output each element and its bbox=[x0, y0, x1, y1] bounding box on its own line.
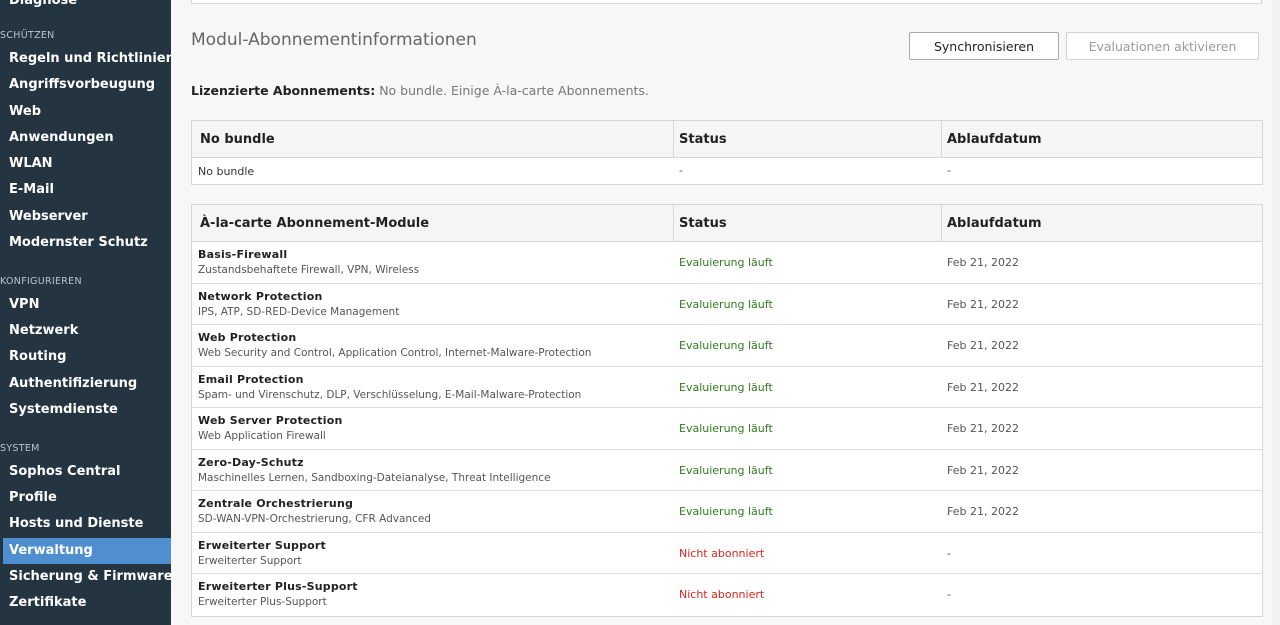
licensed-subscriptions: Lizenzierte Abonnements: No bundle. Eini… bbox=[191, 83, 649, 98]
module-expiry-date: Feb 21, 2022 bbox=[947, 339, 1019, 352]
bundle-status: - bbox=[679, 164, 683, 177]
table-row: Erweiterter Support Erweiterter Support Ni… bbox=[192, 533, 1262, 574]
sidebar-item-sophos-central[interactable]: Sophos Central bbox=[9, 464, 121, 480]
sidebar: Diagnose SCHÜTZEN Regeln und Richtlinien… bbox=[0, 0, 171, 625]
module-expiry-date: Feb 21, 2022 bbox=[947, 422, 1019, 435]
sidebar-section-label: KONFIGURIEREN bbox=[0, 276, 82, 287]
module-status: Evaluierung läuft bbox=[679, 463, 773, 477]
module-name: Zero-Day-Schutz bbox=[198, 455, 304, 469]
table-row: Zero-Day-Schutz Maschinelles Lernen, Sand… bbox=[192, 450, 1262, 491]
module-name: Zentrale Orchestrierung bbox=[198, 497, 354, 510]
module-expiry-date: Feb 21, 2022 bbox=[947, 297, 1019, 311]
module-description: SD-WAN-VPN-Orchestrierung, CFR Advanced bbox=[198, 513, 431, 525]
table-row: Web Server Protection Web Application Fir… bbox=[192, 408, 1262, 450]
module-description: IPS, ATP, SD-RED-Device Management bbox=[198, 305, 400, 318]
module-description: Maschinelles Lernen, Sandboxing-Dateiana… bbox=[198, 471, 551, 484]
sidebar-item-regeln[interactable]: Regeln und Richtlinien bbox=[9, 51, 171, 67]
module-description: Web Application Firewall bbox=[198, 430, 326, 442]
sidebar-item-modernster-schutz[interactable]: Modernster Schutz bbox=[9, 235, 148, 251]
sidebar-item-zertifikate[interactable]: Zertifikate bbox=[9, 595, 86, 611]
module-status: Evaluierung läuft bbox=[679, 339, 773, 352]
module-name: Network Protection bbox=[198, 289, 323, 303]
module-expiry-date: Feb 21, 2022 bbox=[947, 380, 1019, 394]
sidebar-item-sicherung-firmware[interactable]: Sicherung & Firmware bbox=[9, 569, 171, 585]
module-expiry-date: - bbox=[947, 588, 951, 601]
sidebar-item-profile[interactable]: Profile bbox=[9, 490, 57, 506]
column-header-expiry: Ablaufdatum bbox=[947, 132, 1042, 147]
sidebar-section-label: SYSTEM bbox=[0, 443, 40, 454]
table-row: Email Protection Spam- und Virenschutz, D… bbox=[192, 367, 1262, 408]
scrollbar-track[interactable] bbox=[1272, 0, 1280, 625]
table-header: À-la-carte Abonnement-Module Status Abla… bbox=[192, 205, 1262, 242]
licensed-label: Lizenzierte Abonnements: bbox=[191, 83, 376, 98]
module-status: Evaluierung läuft bbox=[679, 256, 773, 269]
table-header: No bundle Status Ablaufdatum bbox=[192, 121, 1262, 158]
module-name: Erweiterter Plus-Support bbox=[198, 580, 358, 593]
module-name: Web Protection bbox=[198, 331, 297, 344]
sidebar-item-netzwerk[interactable]: Netzwerk bbox=[9, 323, 78, 339]
module-expiry-date: Feb 21, 2022 bbox=[947, 463, 1019, 477]
table-row: Basis-Firewall Zustandsbehaftete Firewall… bbox=[192, 242, 1262, 284]
module-status: Evaluierung läuft bbox=[679, 422, 773, 435]
column-header-status: Status bbox=[679, 132, 727, 147]
column-header-expiry: Ablaufdatum bbox=[947, 216, 1042, 231]
module-description: Erweiterter Support bbox=[198, 554, 302, 567]
sidebar-item-web[interactable]: Web bbox=[9, 104, 41, 120]
column-header-module: À-la-carte Abonnement-Module bbox=[200, 216, 430, 231]
module-expiry-date: - bbox=[947, 546, 951, 560]
sidebar-item-hosts-und-dienste[interactable]: Hosts und Dienste bbox=[9, 516, 143, 532]
sidebar-item-authentifizierung[interactable]: Authentifizierung bbox=[9, 376, 137, 392]
sidebar-item-wlan[interactable]: WLAN bbox=[9, 156, 53, 172]
bundle-date: - bbox=[947, 164, 951, 177]
column-header-status: Status bbox=[679, 216, 727, 231]
module-status: Evaluierung läuft bbox=[679, 380, 773, 394]
table-row: No bundle - - bbox=[192, 158, 1262, 184]
module-status: Evaluierung läuft bbox=[679, 505, 773, 518]
module-name: Basis-Firewall bbox=[198, 248, 288, 261]
table-row: Zentrale Orchestrierung SD-WAN-VPN-Orches… bbox=[192, 491, 1262, 533]
sidebar-item-anwendungen[interactable]: Anwendungen bbox=[9, 130, 114, 146]
bundle-table: No bundle Status Ablaufdatum No bundle -… bbox=[191, 120, 1263, 185]
modules-table: À-la-carte Abonnement-Module Status Abla… bbox=[191, 204, 1263, 617]
module-description: Spam- und Virenschutz, DLP, Verschlüssel… bbox=[198, 388, 582, 401]
module-expiry-date: Feb 21, 2022 bbox=[947, 256, 1019, 269]
table-row: Erweiterter Plus-Support Erweiterter Plus… bbox=[192, 574, 1262, 616]
module-status: Evaluierung läuft bbox=[679, 297, 773, 311]
sidebar-item-webserver[interactable]: Webserver bbox=[9, 209, 88, 225]
page-title: Modul-Abonnementinformationen bbox=[191, 30, 477, 50]
table-row: Web Protection Web Security and Control, … bbox=[192, 325, 1262, 367]
module-expiry-date: Feb 21, 2022 bbox=[947, 505, 1019, 518]
bundle-name: No bundle bbox=[198, 165, 255, 178]
module-name: Erweiterter Support bbox=[198, 538, 326, 552]
sidebar-item-verwaltung[interactable]: Verwaltung bbox=[9, 543, 93, 559]
module-description: Web Security and Control, Application Co… bbox=[198, 347, 592, 359]
sidebar-item-angriffsvorbeugung[interactable]: Angriffsvorbeugung bbox=[9, 77, 155, 93]
column-header-bundle: No bundle bbox=[200, 132, 275, 147]
module-name: Email Protection bbox=[198, 372, 304, 386]
module-status: Nicht abonniert bbox=[679, 588, 765, 601]
licensed-value: No bundle. Einige À-la-carte Abonnements… bbox=[379, 83, 649, 98]
activate-evaluations-button[interactable]: Evaluationen aktivieren bbox=[1066, 32, 1259, 60]
sidebar-item-vpn[interactable]: VPN bbox=[9, 297, 39, 313]
sync-button[interactable]: Synchronisieren bbox=[909, 32, 1059, 60]
main-content: Modul-Abonnementinformationen Synchronis… bbox=[171, 0, 1280, 625]
previous-panel-edge bbox=[191, 0, 1262, 4]
module-name: Web Server Protection bbox=[198, 414, 343, 427]
module-description: Zustandsbehaftete Firewall, VPN, Wireles… bbox=[198, 264, 420, 276]
table-row: Network Protection IPS, ATP, SD-RED-Devic… bbox=[192, 284, 1262, 325]
module-description: Erweiterter Plus-Support bbox=[198, 596, 327, 608]
sidebar-item-systemdienste[interactable]: Systemdienste bbox=[9, 402, 118, 418]
module-status: Nicht abonniert bbox=[679, 546, 765, 560]
sidebar-item-routing[interactable]: Routing bbox=[9, 349, 66, 365]
sidebar-section-label: SCHÜTZEN bbox=[0, 30, 55, 41]
sidebar-item-diagnose[interactable]: Diagnose bbox=[9, 0, 77, 9]
sidebar-item-email[interactable]: E-Mail bbox=[9, 182, 54, 198]
